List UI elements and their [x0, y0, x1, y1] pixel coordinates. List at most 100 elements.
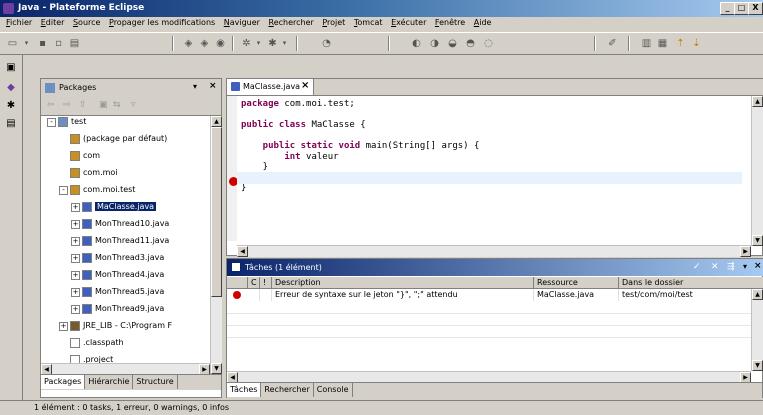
debug-perspective-icon[interactable]: ✱ [4, 99, 18, 113]
code-area[interactable]: package com.moi.test; public class MaClas… [241, 99, 741, 239]
tree-item[interactable]: + MonThread10.java [41, 219, 209, 230]
scroll-right-icon[interactable]: ▶ [740, 246, 751, 257]
tab-taches[interactable]: Tâches [227, 383, 262, 397]
close-tab-icon[interactable]: × [301, 80, 309, 91]
collapse-icon[interactable]: ▣ [99, 100, 108, 110]
view-menu-icon[interactable]: ▾ [193, 82, 197, 91]
tree-item[interactable]: com [41, 151, 209, 162]
expand-icon[interactable]: + [71, 288, 80, 297]
nav-next-icon[interactable]: ◓ [464, 37, 477, 50]
scroll-up-icon[interactable]: ▲ [211, 116, 222, 127]
tab-packages[interactable]: Packages [41, 375, 86, 389]
col-priority[interactable]: ! [260, 277, 272, 289]
up-icon[interactable]: ⇧ [79, 100, 87, 110]
scroll-thumb[interactable] [211, 127, 222, 297]
tree-item[interactable]: + MonThread3.java [41, 253, 209, 264]
tab-rechercher[interactable]: Rechercher [261, 383, 314, 397]
scroll-up-icon[interactable]: ▲ [752, 289, 763, 300]
open-type-icon[interactable]: ◉ [214, 37, 227, 50]
show-source-icon[interactable]: ▥ [640, 37, 653, 50]
build-all-icon[interactable]: ◈ [198, 37, 211, 50]
tree-vscrollbar[interactable]: ▲ ▼ [210, 116, 222, 374]
next-annotation-icon[interactable]: ⇡ [674, 37, 687, 50]
nav-prev-icon[interactable]: ◒ [446, 37, 459, 50]
pin-icon[interactable]: ✐ [606, 37, 619, 50]
minimize-button[interactable]: _ [720, 2, 735, 15]
close-view-icon[interactable]: × [754, 261, 762, 271]
tree-item[interactable]: + JRE_LIB - C:\Program F [41, 321, 209, 332]
tree-item[interactable]: + MonThread9.java [41, 304, 209, 315]
col-resource[interactable]: Ressource [534, 277, 619, 289]
editor-vscrollbar[interactable]: ▲ ▼ [751, 96, 763, 246]
scroll-left-icon[interactable]: ◀ [237, 246, 248, 257]
nav-back-icon[interactable]: ◐ [410, 37, 423, 50]
delete-completed-icon[interactable]: ✓ [693, 262, 701, 272]
scroll-up-icon[interactable]: ▲ [752, 96, 763, 107]
menu-naviguer[interactable]: Naviguer [224, 18, 260, 27]
build-icon[interactable]: ◈ [182, 37, 195, 50]
back-icon[interactable]: ⇦ [47, 100, 55, 110]
editor-hscrollbar[interactable]: ◀ ▶ [237, 245, 751, 257]
menu-tomcat[interactable]: Tomcat [354, 18, 383, 27]
expand-icon[interactable]: + [71, 271, 80, 280]
close-view-icon[interactable]: × [209, 81, 217, 91]
menu-projet[interactable]: Projet [322, 18, 345, 27]
maximize-button[interactable]: □ [734, 2, 749, 15]
prev-annotation-icon[interactable]: ⇣ [690, 37, 703, 50]
collapse-icon[interactable]: - [47, 118, 56, 127]
tree-item[interactable]: (package par défaut) [41, 134, 209, 145]
tree-item[interactable]: + MonThread4.java [41, 270, 209, 281]
col-folder[interactable]: Dans le dossier [619, 277, 763, 289]
tab-hierarchie[interactable]: Hiérarchie [85, 375, 134, 389]
tab-console[interactable]: Console [314, 383, 353, 397]
view-menu-icon[interactable]: ▾ [743, 262, 747, 271]
expand-icon[interactable]: + [71, 254, 80, 263]
menu-fenetre[interactable]: Fenêtre [435, 18, 465, 27]
nav-last-icon[interactable]: ◌ [482, 37, 495, 50]
search-icon[interactable]: ◔ [320, 37, 333, 50]
tree-item[interactable]: com.moi [41, 168, 209, 179]
scroll-down-icon[interactable]: ▼ [752, 360, 763, 371]
delete-icon[interactable]: ✕ [711, 262, 719, 272]
expand-icon[interactable]: + [71, 237, 80, 246]
tree-item[interactable]: - test [41, 117, 209, 128]
filter-icon[interactable]: ⇶ [727, 262, 735, 272]
col-description[interactable]: Description [272, 277, 534, 289]
save-icon[interactable]: ▪ [36, 37, 49, 50]
run-dropdown-icon[interactable]: ▾ [278, 37, 291, 50]
menu-fichier[interactable]: Fichier [6, 18, 32, 27]
tree-item[interactable]: + MonThread11.java [41, 236, 209, 247]
menu-executer[interactable]: Exécuter [391, 18, 426, 27]
menu-editer[interactable]: Editer [41, 18, 65, 27]
table-row[interactable]: Erreur de syntaxe sur le jeton "}", ";" … [227, 289, 763, 301]
open-perspective-icon[interactable]: ▣ [4, 61, 18, 75]
menu-propager[interactable]: Propager les modifications [109, 18, 215, 27]
java-perspective-icon[interactable]: ◆ [4, 81, 18, 95]
tree-item[interactable]: .classpath [41, 338, 209, 349]
menu-aide[interactable]: Aide [474, 18, 492, 27]
new-icon[interactable]: ▭ [6, 37, 19, 50]
filter-icon[interactable]: ▿ [131, 100, 136, 110]
resource-perspective-icon[interactable]: ▤ [4, 117, 18, 131]
close-button[interactable]: X [748, 2, 763, 15]
editor-tab-maclasse[interactable]: MaClasse.java × [227, 79, 314, 95]
menu-rechercher[interactable]: Rechercher [268, 18, 313, 27]
tasks-vscrollbar[interactable]: ▲ ▼ [751, 289, 763, 371]
expand-icon[interactable]: + [71, 203, 80, 212]
save-all-icon[interactable]: ▫ [52, 37, 65, 50]
debug-dropdown-icon[interactable]: ▾ [252, 37, 265, 50]
nav-forward-icon[interactable]: ◑ [428, 37, 441, 50]
tree-item[interactable]: + MaClasse.java [41, 202, 209, 213]
new-dropdown-icon[interactable]: ▾ [20, 37, 33, 50]
scroll-down-icon[interactable]: ▼ [752, 235, 763, 246]
link-icon[interactable]: ⇆ [113, 100, 121, 110]
tree-item[interactable]: + MonThread5.java [41, 287, 209, 298]
col-c[interactable]: C [248, 277, 260, 289]
tab-structure[interactable]: Structure [133, 375, 178, 389]
collapse-icon[interactable]: - [59, 186, 68, 195]
print-icon[interactable]: ▤ [68, 37, 81, 50]
comment-icon[interactable]: ▦ [656, 37, 669, 50]
expand-icon[interactable]: + [59, 322, 68, 331]
scroll-down-icon[interactable]: ▼ [211, 363, 222, 374]
expand-icon[interactable]: + [71, 220, 80, 229]
